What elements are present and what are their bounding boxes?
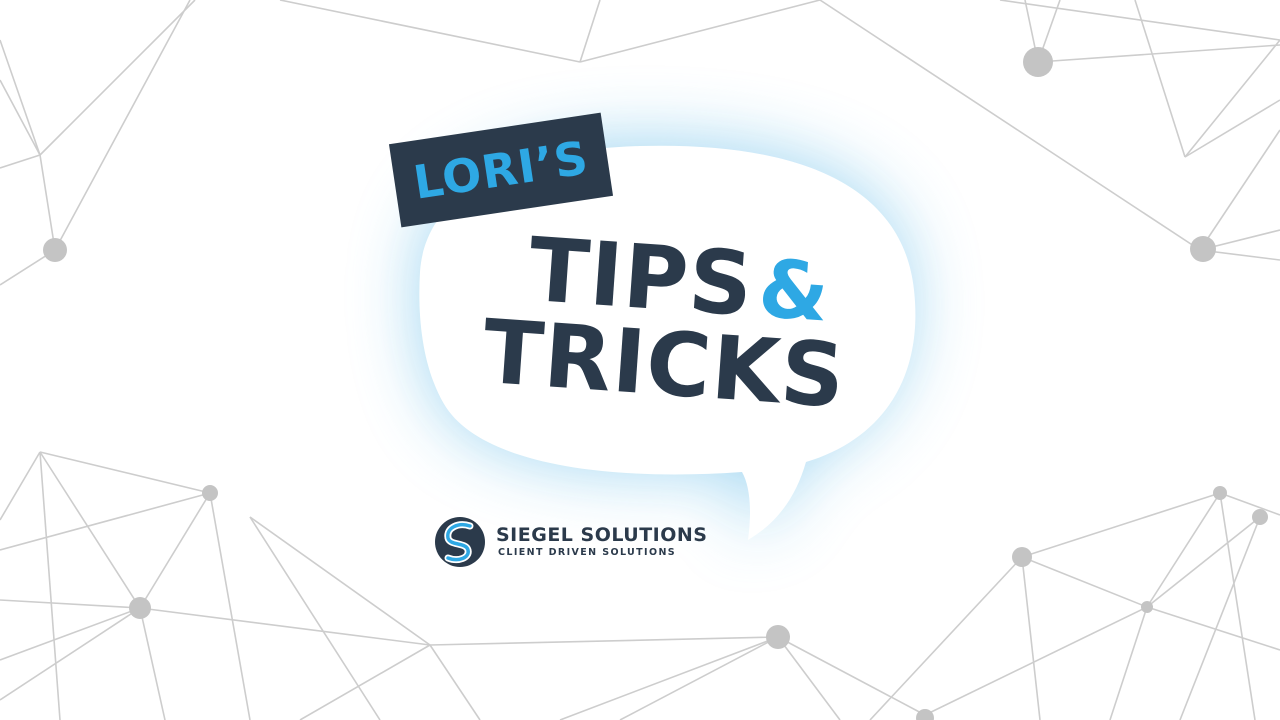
lori-badge-label: LORI’S bbox=[410, 130, 592, 210]
headline: TIPS& TRICKS bbox=[479, 218, 851, 428]
siegel-s-logo-icon bbox=[435, 517, 485, 567]
thumbnail-canvas: LORI’S TIPS& TRICKS SIEGEL SOLUTIONS CLI… bbox=[0, 0, 1280, 720]
brand-name: SIEGEL SOLUTIONS bbox=[496, 524, 708, 546]
headline-line-2: TRICKS bbox=[479, 299, 849, 428]
brand-tagline: CLIENT DRIVEN SOLUTIONS bbox=[498, 547, 677, 558]
brand-text: SIEGEL SOLUTIONS CLIENT DRIVEN SOLUTIONS bbox=[496, 524, 708, 560]
brand-logo: SIEGEL SOLUTIONS CLIENT DRIVEN SOLUTIONS bbox=[434, 516, 708, 568]
